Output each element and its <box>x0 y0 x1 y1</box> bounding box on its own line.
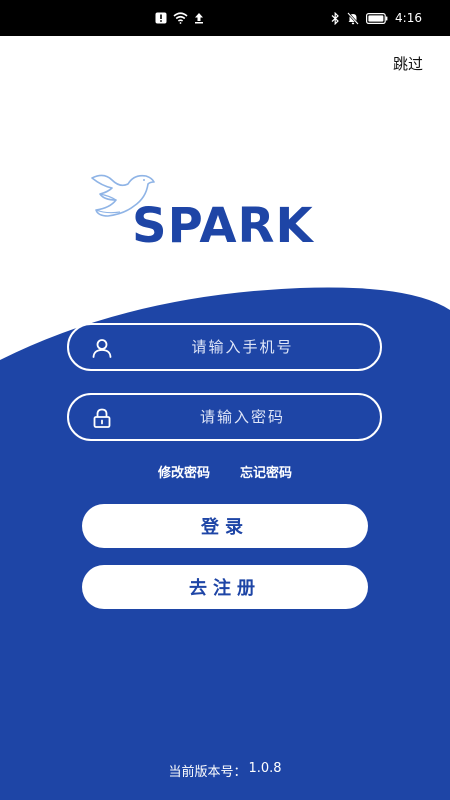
alert-icon <box>155 12 167 24</box>
version-label: 当前版本号： <box>168 765 247 780</box>
phone-field[interactable] <box>67 323 382 371</box>
wifi-icon <box>173 12 188 24</box>
login-button[interactable]: 登录 <box>82 504 368 548</box>
spark-logo: SPARK <box>90 170 320 254</box>
version-number: 1.0.8 <box>248 761 282 776</box>
skip-button[interactable]: 跳过 <box>393 53 423 74</box>
bluetooth-icon <box>331 11 339 25</box>
phone-input[interactable] <box>125 325 360 369</box>
lock-icon <box>93 408 111 428</box>
status-right: 4:16 <box>331 11 422 25</box>
dove-logo-icon: SPARK <box>91 174 314 254</box>
change-password-link[interactable]: 修改密码 <box>158 462 210 481</box>
status-time: 4:16 <box>395 11 422 25</box>
brand-text: SPARK <box>132 198 314 250</box>
status-bar: 4:16 <box>0 0 450 36</box>
forgot-password-link[interactable]: 忘记密码 <box>240 462 292 481</box>
version-info: 当前版本号： 1.0.8 <box>0 761 450 780</box>
upload-icon <box>195 13 203 24</box>
password-input[interactable] <box>125 395 360 439</box>
mute-icon <box>347 11 359 25</box>
status-left <box>155 11 204 25</box>
battery-icon <box>366 12 388 24</box>
register-button[interactable]: 去注册 <box>82 565 368 609</box>
password-field[interactable] <box>67 393 382 441</box>
user-icon <box>92 339 112 358</box>
password-links: 修改密码 忘记密码 <box>0 462 450 481</box>
